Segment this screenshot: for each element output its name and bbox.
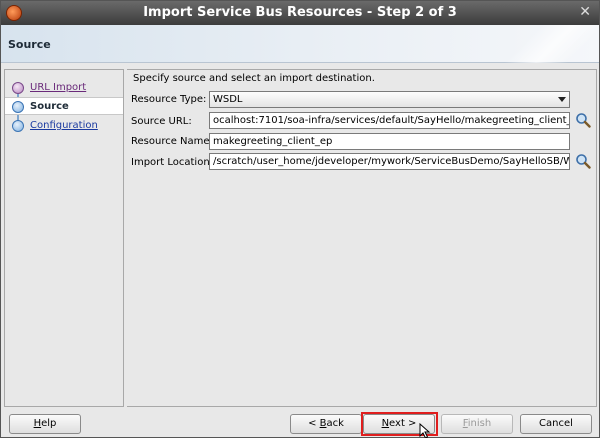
close-icon[interactable]: ✕ — [579, 4, 591, 20]
nav-item-source[interactable]: Source — [5, 97, 123, 115]
resource-type-value: WSDL — [213, 94, 243, 105]
window-title: Import Service Bus Resources - Step 2 of… — [143, 5, 457, 20]
resource-name-input[interactable]: makegreeting_client_ep — [209, 133, 570, 150]
resource-name-label: Resource Name: — [131, 136, 213, 147]
nav-item-configuration[interactable]: Configuration — [5, 117, 123, 135]
back-button[interactable]: < Back — [290, 414, 362, 434]
resource-type-select[interactable]: WSDL — [209, 91, 570, 108]
step-complete-icon — [12, 82, 24, 94]
step-header: Source — [1, 25, 599, 63]
resource-type-label: Resource Type: — [131, 94, 207, 105]
nav-item-label: Source — [30, 101, 69, 112]
instructions-text: Specify source and select an import dest… — [133, 73, 375, 84]
import-dialog: Import Service Bus Resources - Step 2 of… — [0, 0, 600, 438]
nav-item-url-import[interactable]: URL Import — [5, 79, 123, 97]
finish-button: Finish — [441, 414, 513, 434]
wizard-nav: URL Import Source Configuration — [4, 69, 124, 407]
title-bar[interactable]: Import Service Bus Resources - Step 2 of… — [1, 1, 599, 25]
nav-item-label[interactable]: URL Import — [30, 82, 86, 93]
dropdown-arrow-icon[interactable] — [558, 97, 566, 102]
step-pending-icon — [12, 120, 24, 132]
source-url-input[interactable]: ocalhost:7101/soa-infra/services/default… — [209, 112, 570, 129]
source-panel: Specify source and select an import dest… — [127, 69, 597, 407]
import-location-label: Import Location: — [131, 157, 214, 168]
cancel-button[interactable]: Cancel — [520, 414, 592, 434]
nav-item-label[interactable]: Configuration — [30, 120, 98, 131]
step-title: Source — [8, 38, 51, 51]
button-bar: Help < Back Next > Finish Cancel — [1, 409, 599, 437]
search-icon[interactable] — [575, 153, 591, 169]
search-icon[interactable] — [575, 112, 591, 128]
header-decoration — [479, 25, 599, 63]
mouse-pointer-icon — [419, 423, 431, 438]
source-url-label: Source URL: — [131, 116, 192, 127]
import-location-input[interactable]: /scratch/user_home/jdeveloper/mywork/Ser… — [209, 153, 570, 170]
help-button[interactable]: Help — [9, 414, 81, 434]
step-current-icon — [12, 101, 24, 113]
